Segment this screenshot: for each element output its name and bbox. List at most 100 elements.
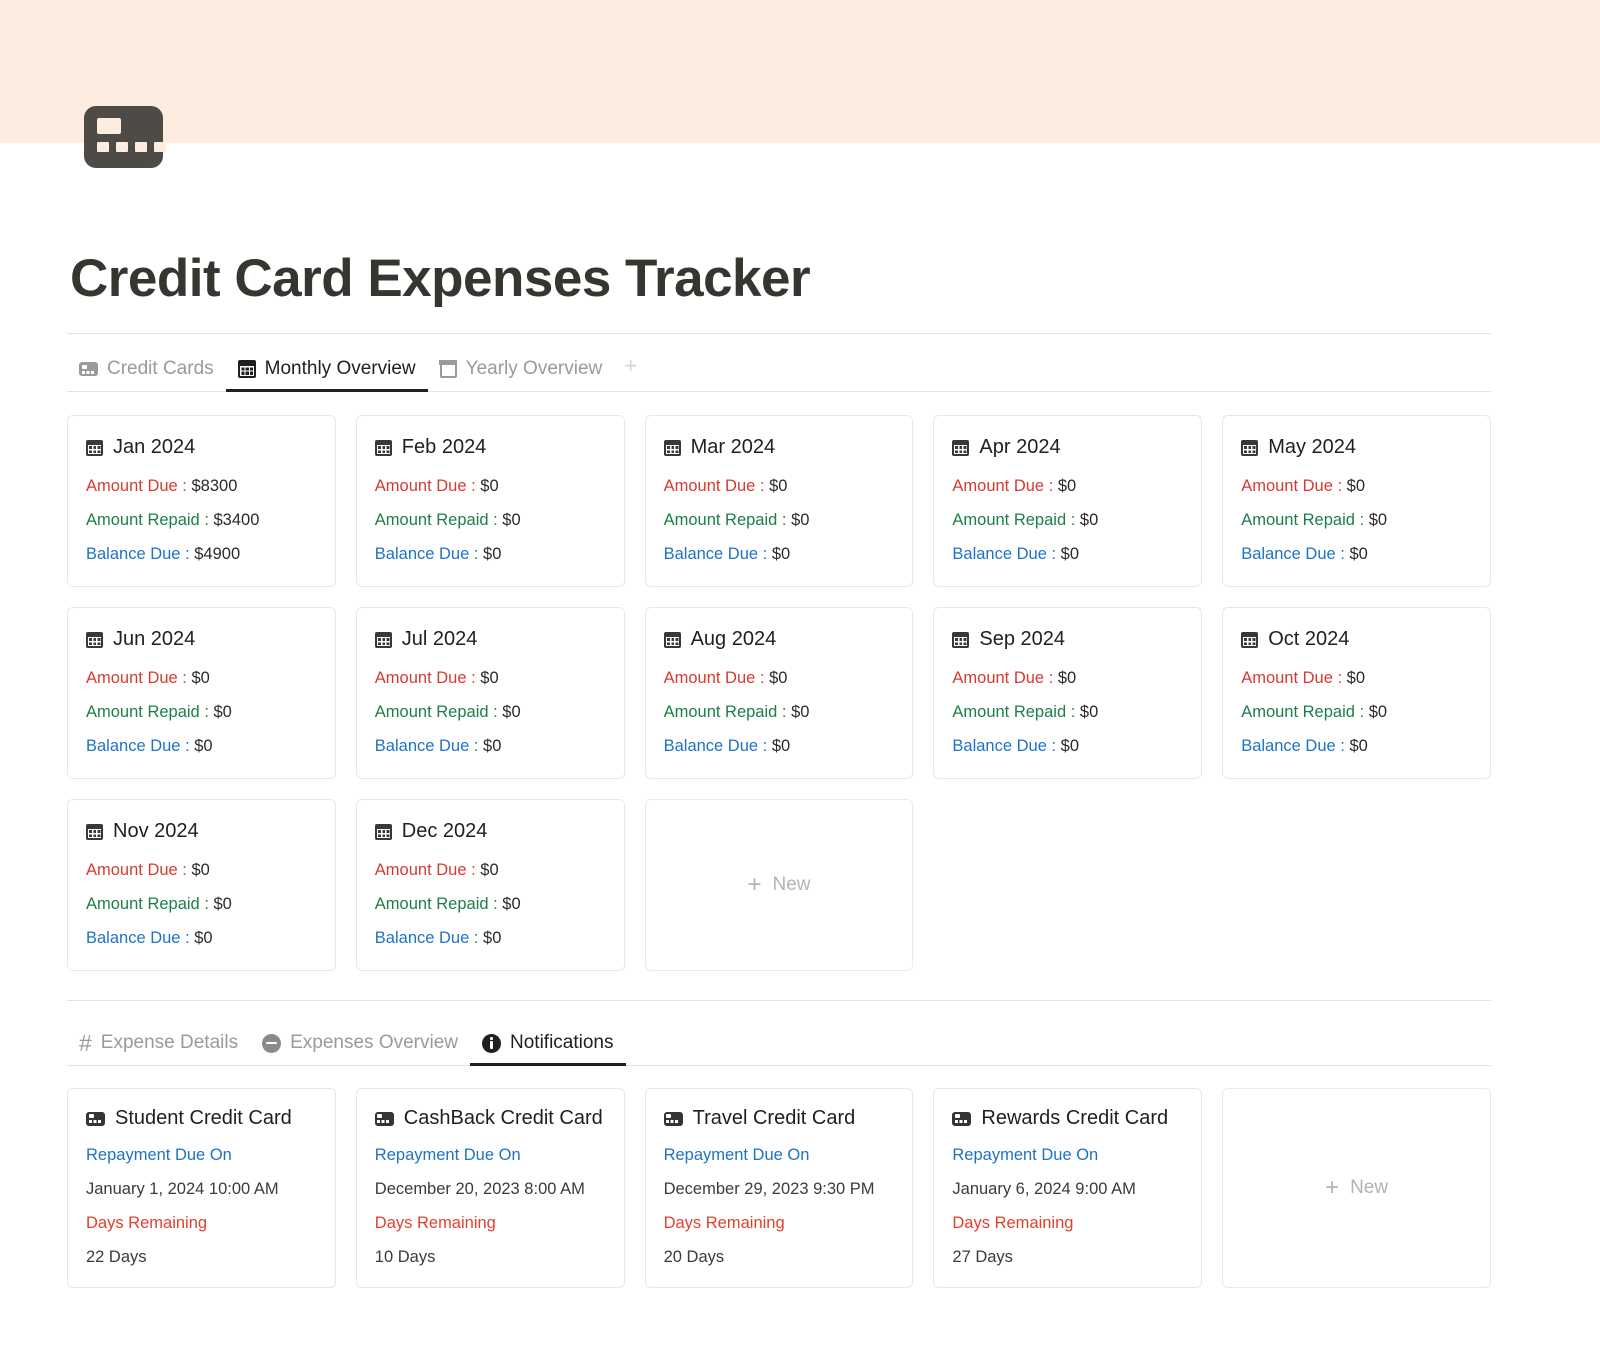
month-title: Mar 2024 [690,436,776,458]
balance-due-line: Balance Due : $0 [375,545,606,564]
balance-due-value: $0 [1349,545,1368,563]
month-card[interactable]: Jul 2024 Amount Due : $0 Amount Repaid :… [355,607,625,779]
amount-repaid-line: Amount Repaid : $0 [664,511,895,530]
amount-repaid-value: $0 [502,511,521,529]
add-month-card-button[interactable]: + New [644,799,914,971]
month-card[interactable]: Apr 2024 Amount Due : $0 Amount Repaid :… [933,415,1203,587]
add-tab-button[interactable]: + [614,353,647,391]
amount-due-line: Amount Due : $0 [952,477,1183,496]
amount-repaid-line: Amount Repaid : $0 [952,703,1183,722]
calendar-icon [86,823,103,840]
month-card[interactable]: Nov 2024 Amount Due : $0 Amount Repaid :… [67,799,336,971]
card-name: CashBack Credit Card [403,1107,603,1129]
notification-card[interactable]: Travel Credit Card Repayment Due On Dece… [644,1088,914,1288]
amount-repaid-label: Amount Repaid : [374,511,498,529]
amount-due-label: Amount Due : [1241,669,1343,687]
month-title: Apr 2024 [979,436,1061,458]
days-remaining-value: 27 Days [952,1248,1013,1266]
repayment-due-value: January 6, 2024 9:00 AM [952,1180,1136,1198]
card-chip [97,118,121,134]
month-card[interactable]: Dec 2024 Amount Due : $0 Amount Repaid :… [355,799,625,971]
month-card[interactable]: May 2024 Amount Due : $0 Amount Repaid :… [1222,415,1491,587]
month-card[interactable]: Jan 2024 Amount Due : $8300 Amount Repai… [67,415,336,587]
calendar-icon [952,631,970,648]
card-name: Travel Credit Card [692,1107,856,1129]
notification-card[interactable]: Student Credit Card Repayment Due On Jan… [67,1088,336,1288]
balance-due-line: Balance Due : $0 [375,737,606,756]
days-remaining-label: Days Remaining [374,1214,496,1232]
tab-yearly-overview[interactable]: Yearly Overview [428,358,615,391]
amount-repaid-value: $0 [502,703,521,721]
amount-repaid-value: $0 [213,703,232,721]
month-card[interactable]: Aug 2024 Amount Due : $0 Amount Repaid :… [644,607,914,779]
month-title: Jan 2024 [113,436,196,458]
month-card-header: May 2024 [1241,436,1472,459]
amount-repaid-value: $0 [1079,511,1099,529]
tab-expenses-overview[interactable]: Expenses Overview [250,1032,470,1065]
amount-repaid-label: Amount Repaid : [663,511,787,529]
balance-due-line: Balance Due : $0 [952,737,1183,756]
balance-due-line: Balance Due : $0 [1241,545,1472,564]
month-title: Jun 2024 [113,628,196,650]
balance-due-line: Balance Due : $4900 [86,545,317,564]
month-card-header: Oct 2024 [1241,628,1472,651]
amount-due-value: $0 [480,669,499,687]
month-card-header: Aug 2024 [663,628,895,651]
month-card[interactable]: Jun 2024 Amount Due : $0 Amount Repaid :… [67,607,336,779]
amount-due-line: Amount Due : $0 [86,669,317,688]
title-divider [67,333,1491,334]
amount-due-label: Amount Due : [86,861,187,879]
balance-due-value: $0 [483,737,502,755]
calendar-icon [374,631,392,648]
tab-label: Notifications [510,1032,614,1053]
hash-icon: # [79,1030,92,1056]
amount-repaid-value: $0 [502,895,521,913]
amount-due-label: Amount Due : [86,477,187,495]
credit-card-icon [86,1111,105,1126]
notifications-grid: Student Credit Card Repayment Due On Jan… [67,1088,1491,1288]
new-label: New [772,874,811,895]
amount-due-label: Amount Due : [952,477,1054,495]
tab-credit-cards[interactable]: Credit Cards [67,358,226,391]
tab-label: Yearly Overview [465,358,603,379]
balance-due-label: Balance Due : [1241,737,1345,755]
tab-expense-details[interactable]: # Expense Details [67,1032,250,1065]
notification-card[interactable]: CashBack Credit Card Repayment Due On De… [355,1088,625,1288]
repayment-due-label: Repayment Due On [374,1146,521,1164]
plus-icon: + [1325,1174,1340,1201]
amount-due-label: Amount Due : [663,477,765,495]
tab-monthly-overview[interactable]: Monthly Overview [225,358,428,392]
month-card-header: Mar 2024 [663,436,895,459]
credit-card-icon [84,106,166,168]
tab-notifications[interactable]: Notifications [470,1032,626,1066]
amount-repaid-value: $0 [1079,703,1099,721]
month-card[interactable]: Sep 2024 Amount Due : $0 Amount Repaid :… [933,607,1203,779]
days-remaining-label: Days Remaining [663,1214,785,1232]
balance-due-value: $0 [1060,737,1079,755]
amount-due-line: Amount Due : $0 [86,861,317,880]
month-card[interactable]: Feb 2024 Amount Due : $0 Amount Repaid :… [355,415,625,587]
tab-label: Expenses Overview [290,1032,458,1053]
amount-due-value: $0 [1346,477,1366,495]
page-title: Credit Card Expenses Tracker [70,249,811,308]
amount-repaid-line: Amount Repaid : $0 [375,895,606,914]
card-name: Student Credit Card [115,1107,292,1129]
amount-due-line: Amount Due : $0 [1241,477,1472,496]
notification-card[interactable]: Rewards Credit Card Repayment Due On Jan… [933,1088,1203,1288]
balance-due-value: $0 [1060,545,1079,563]
month-card-header: Sep 2024 [952,628,1183,651]
amount-repaid-value: $0 [1368,511,1388,529]
balance-due-label: Balance Due : [86,545,190,563]
month-card[interactable]: Mar 2024 Amount Due : $0 Amount Repaid :… [644,415,914,587]
amount-repaid-value: $0 [791,703,810,721]
days-remaining-value: 10 Days [374,1248,436,1266]
calendar-icon [374,439,392,456]
balance-due-label: Balance Due : [952,545,1057,563]
month-card[interactable]: Oct 2024 Amount Due : $0 Amount Repaid :… [1222,607,1491,779]
month-title: Feb 2024 [401,436,487,458]
calendar-grid-icon [237,360,256,378]
calendar-icon [86,439,103,456]
repayment-due-label: Repayment Due On [86,1146,232,1164]
balance-due-line: Balance Due : $0 [375,929,606,948]
add-notification-card-button[interactable]: + New [1222,1088,1491,1288]
